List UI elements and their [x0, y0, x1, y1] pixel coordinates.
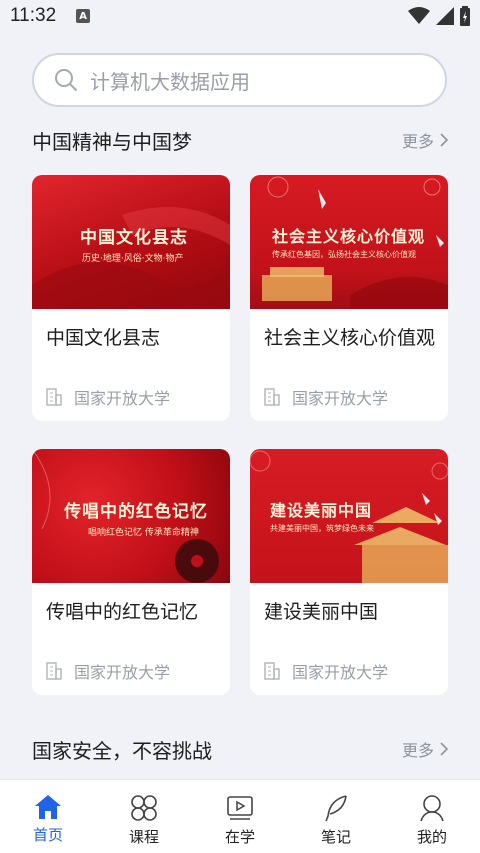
user-icon — [420, 795, 444, 822]
tab-courses[interactable]: 课程 — [96, 780, 192, 853]
banner-title: 传唱中的红色记忆 — [64, 502, 208, 522]
building-icon — [264, 388, 280, 406]
school-name: 国家开放大学 — [74, 389, 171, 408]
course-card[interactable]: 社会主义核心价值观 传承红色基因，弘扬社会主义核心价值观 社会主义核心价值观 国… — [250, 175, 448, 421]
tab-label: 首页 — [32, 826, 63, 844]
course-card[interactable]: 中国文化县志 历史·地理·风俗·文物·物产 中国文化县志 国家开放大学 — [32, 175, 230, 421]
course-banner: 中国文化县志 历史·地理·风俗·文物·物产 — [32, 175, 230, 309]
building-icon — [264, 662, 280, 680]
school-name: 国家开放大学 — [74, 663, 171, 682]
banner-subtitle: 历史·地理·风俗·文物·物产 — [82, 254, 184, 264]
status-time: 11:32 — [10, 5, 57, 26]
signal-icon — [436, 7, 454, 25]
banner-subtitle: 唱响红色记忆 传承革命精神 — [88, 528, 199, 538]
home-icon — [35, 795, 61, 819]
more-link[interactable]: 更多 — [402, 737, 448, 761]
school-info: 国家开放大学 — [264, 659, 388, 683]
tab-label: 笔记 — [320, 828, 351, 846]
school-info: 国家开放大学 — [264, 385, 388, 409]
section-title: 国家安全，不容挑战 — [32, 738, 212, 763]
course-title: 中国文化县志 — [46, 327, 161, 349]
grid-flower-icon — [131, 795, 157, 821]
bottom-tab-bar: 首页 课程 在学 笔记 我的 — [0, 779, 480, 853]
section-header-national-security: 国家安全，不容挑战 更多 — [32, 734, 448, 764]
banner-subtitle: 传承红色基因，弘扬社会主义核心价值观 — [272, 250, 416, 259]
course-banner: 社会主义核心价值观 传承红色基因，弘扬社会主义核心价值观 — [250, 175, 448, 309]
tab-label: 课程 — [128, 828, 159, 846]
tab-label: 我的 — [416, 828, 447, 846]
video-icon — [227, 796, 253, 820]
tab-profile[interactable]: 我的 — [384, 780, 480, 853]
chevron-right-icon — [440, 133, 448, 147]
more-label: 更多 — [401, 132, 434, 151]
banner-title: 中国文化县志 — [80, 228, 188, 248]
search-input[interactable]: 计算机大数据应用 — [32, 53, 447, 107]
battery-icon — [460, 6, 470, 26]
section-header-china-spirit: 中国精神与中国梦 更多 — [32, 125, 448, 155]
school-info: 国家开放大学 — [46, 385, 170, 409]
notification-a-icon: A — [76, 9, 91, 23]
more-label: 更多 — [401, 741, 434, 760]
course-banner: 建设美丽中国 共建美丽中国，筑梦绿色未来 — [250, 449, 448, 583]
banner-title: 社会主义核心价值观 — [272, 227, 426, 246]
section-title: 中国精神与中国梦 — [32, 129, 192, 154]
course-title: 社会主义核心价值观 — [264, 327, 436, 349]
search-icon — [55, 69, 77, 91]
course-card[interactable]: 建设美丽中国 共建美丽中国，筑梦绿色未来 建设美丽中国 国家开放大学 — [250, 449, 448, 695]
status-bar: 11:32 A — [0, 0, 480, 32]
building-icon — [46, 662, 62, 680]
course-card[interactable]: 传唱中的红色记忆 唱响红色记忆 传承革命精神 传唱中的红色记忆 国家开放大学 — [32, 449, 230, 695]
school-info: 国家开放大学 — [46, 659, 170, 683]
tab-home[interactable]: 首页 — [0, 780, 96, 853]
course-title: 建设美丽中国 — [264, 601, 379, 623]
banner-subtitle: 共建美丽中国，筑梦绿色未来 — [270, 524, 374, 533]
course-title: 传唱中的红色记忆 — [46, 601, 199, 623]
more-link[interactable]: 更多 — [402, 128, 448, 152]
school-name: 国家开放大学 — [292, 389, 389, 408]
school-name: 国家开放大学 — [292, 663, 389, 682]
chevron-right-icon — [440, 742, 448, 756]
tab-notes[interactable]: 笔记 — [288, 780, 384, 853]
tab-learning[interactable]: 在学 — [192, 780, 288, 853]
course-banner: 传唱中的红色记忆 唱响红色记忆 传承革命精神 — [32, 449, 230, 583]
feather-icon — [325, 795, 347, 822]
building-icon — [46, 388, 62, 406]
search-placeholder: 计算机大数据应用 — [90, 69, 250, 94]
tab-label: 在学 — [224, 828, 255, 846]
wifi-icon — [408, 7, 430, 24]
banner-title: 建设美丽中国 — [270, 501, 373, 520]
